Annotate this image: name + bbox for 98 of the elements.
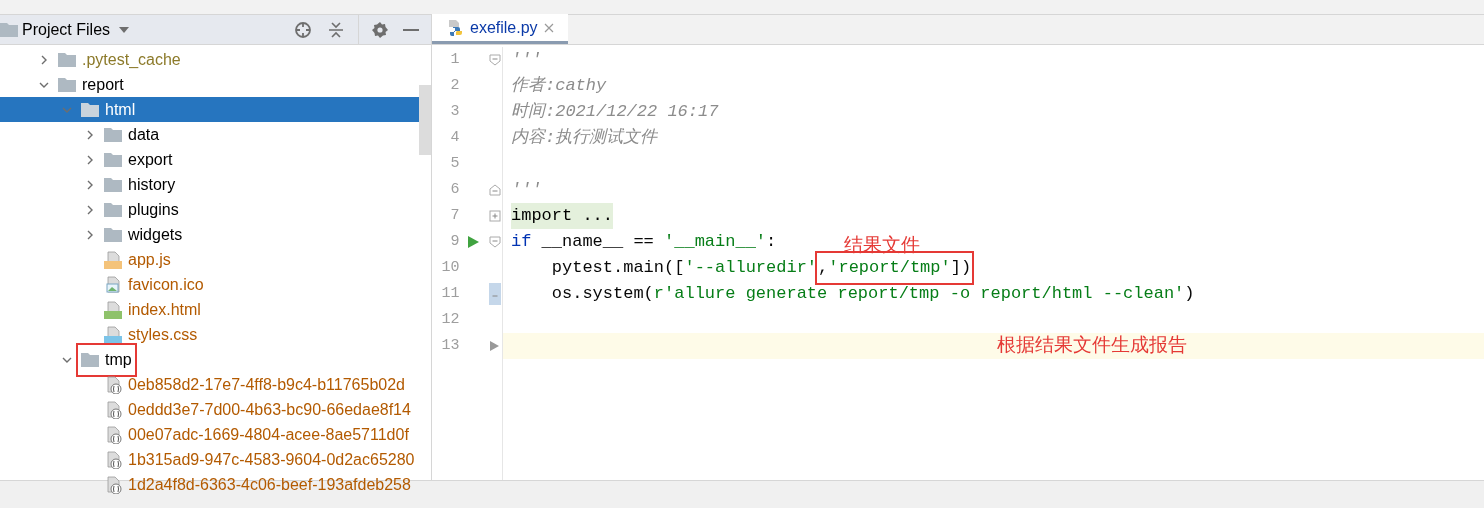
tree-row[interactable]: report xyxy=(0,72,419,97)
code-token: r'allure generate report/tmp -o report/html --clean' xyxy=(653,283,1185,306)
panel-title[interactable]: Project Files xyxy=(22,17,111,42)
tree-item-label: 00e07adc-1669-4804-acee-8ae5711d0f xyxy=(128,424,409,445)
tree-row[interactable]: history xyxy=(0,172,419,197)
code-token: pytest.main([ xyxy=(550,257,685,280)
line-number: 1 xyxy=(449,49,460,70)
line-number: 7 xyxy=(449,205,460,226)
folder-icon xyxy=(104,202,122,217)
folder-icon xyxy=(104,227,122,242)
tree-row[interactable]: tmp xyxy=(0,347,419,372)
line-number: 9 xyxy=(449,231,460,252)
code-token: 内容:执行测试文件 xyxy=(511,126,658,150)
line-number: 11 xyxy=(440,283,460,304)
code-token: ''' xyxy=(511,179,542,202)
tree-item-label: report xyxy=(82,74,124,95)
tree-row[interactable]: styles.css xyxy=(0,322,419,347)
code-token: os.system( xyxy=(550,283,654,306)
tree-row[interactable]: 0eddd3e7-7d00-4b63-bc90-66edae8f14 xyxy=(0,397,419,422)
code-token: ]) xyxy=(950,258,972,278)
close-icon[interactable] xyxy=(543,22,554,33)
code-token: ) xyxy=(1184,283,1195,306)
image-file-icon xyxy=(104,275,122,294)
tree-item-label: tmp xyxy=(105,349,132,370)
file-icon xyxy=(104,325,122,344)
line-number: 10 xyxy=(440,257,460,278)
tree-row[interactable]: data xyxy=(0,122,419,147)
code-token: 作者:cathy xyxy=(511,75,607,98)
tree-item-label: 0eb858d2-17e7-4ff8-b9c4-b11765b02d xyxy=(128,374,405,395)
tree-item-label: history xyxy=(128,174,176,195)
folder-icon xyxy=(58,52,76,67)
python-file-icon xyxy=(446,18,464,37)
tree-item-label: 1d2a4f8d-6363-4c06-beef-193afdeb258 xyxy=(128,474,411,495)
tree-row[interactable]: widgets xyxy=(0,222,419,247)
code-token: , xyxy=(818,258,829,278)
tree-row[interactable]: plugins xyxy=(0,197,419,222)
code-token: if xyxy=(511,231,532,254)
code-token: import ... xyxy=(511,203,614,229)
tree-item-label: app.js xyxy=(128,249,171,270)
folder-icon xyxy=(104,152,122,167)
tree-item-label: 0eddd3e7-7d00-4b63-bc90-66edae8f14 xyxy=(128,399,411,420)
tree-item-label: widgets xyxy=(128,224,183,245)
file-icon xyxy=(104,300,122,319)
settings-icon[interactable] xyxy=(371,20,389,39)
crosshair-icon[interactable] xyxy=(294,20,312,39)
line-number: 3 xyxy=(449,101,460,122)
tree-item-label: index.html xyxy=(128,299,201,320)
line-number: 5 xyxy=(449,153,460,174)
line-number: 6 xyxy=(449,179,460,200)
tree-row[interactable]: favicon.ico xyxy=(0,272,419,297)
tree-row[interactable]: 00e07adc-1669-4804-acee-8ae5711d0f xyxy=(0,422,419,447)
json-file-icon xyxy=(104,450,122,469)
annotation-text: 根据结果文件生成报告 xyxy=(997,333,1187,357)
folder-icon xyxy=(58,77,76,92)
folder-icon xyxy=(104,177,122,192)
editor-tab[interactable]: exefile.py xyxy=(432,14,568,44)
line-number: 13 xyxy=(440,335,460,356)
tree-item-label: .pytest_cache xyxy=(82,49,181,70)
tree-item-label: favicon.ico xyxy=(128,274,204,295)
line-number: 4 xyxy=(449,127,460,148)
code-token: ''' xyxy=(511,49,542,72)
folder-icon xyxy=(0,22,18,37)
tree-row[interactable]: html xyxy=(0,97,419,122)
tree-row[interactable]: export xyxy=(0,147,419,172)
tree-row[interactable]: .pytest_cache xyxy=(0,47,419,72)
run-icon[interactable] xyxy=(467,236,479,248)
expand-icon[interactable] xyxy=(488,210,501,222)
json-file-icon xyxy=(104,375,122,394)
tree-item-label: styles.css xyxy=(128,324,198,345)
fold-icon[interactable] xyxy=(488,283,501,305)
tree-row[interactable]: 0eb858d2-17e7-4ff8-b9c4-b11765b02d xyxy=(0,372,419,397)
file-icon xyxy=(104,250,122,269)
line-number: 2 xyxy=(449,75,460,96)
tree-row[interactable]: index.html xyxy=(0,297,419,322)
tree-item-label: data xyxy=(128,124,160,145)
tab-label: exefile.py xyxy=(470,17,538,38)
caret-icon xyxy=(490,341,500,351)
line-number: 12 xyxy=(440,309,460,330)
code-token: '__main__' xyxy=(664,231,767,254)
collapse-icon[interactable] xyxy=(328,20,344,39)
json-file-icon xyxy=(104,400,122,419)
tree-item-label: html xyxy=(105,99,136,120)
folder-icon xyxy=(104,127,122,142)
code-token: : xyxy=(766,231,777,254)
code-token: 时间:2021/12/22 16:17 xyxy=(511,101,719,124)
folder-icon xyxy=(81,352,99,367)
tree-item-label: 1b315ad9-947c-4583-9604-0d2ac65280 xyxy=(128,449,415,470)
code-token: __name__ == xyxy=(540,231,655,254)
tree-item-label: plugins xyxy=(128,199,179,220)
folder-icon xyxy=(81,102,99,117)
scrollbar[interactable] xyxy=(419,85,431,155)
code-token: '--alluredir' xyxy=(684,257,818,280)
code-token: 'report/tmp' xyxy=(828,258,951,278)
tree-item-label: export xyxy=(128,149,173,170)
caret-icon[interactable] xyxy=(118,25,131,34)
tree-row[interactable]: 1b315ad9-947c-4583-9604-0d2ac65280 xyxy=(0,447,419,472)
json-file-icon xyxy=(104,425,122,444)
tree-row[interactable]: app.js xyxy=(0,247,419,272)
